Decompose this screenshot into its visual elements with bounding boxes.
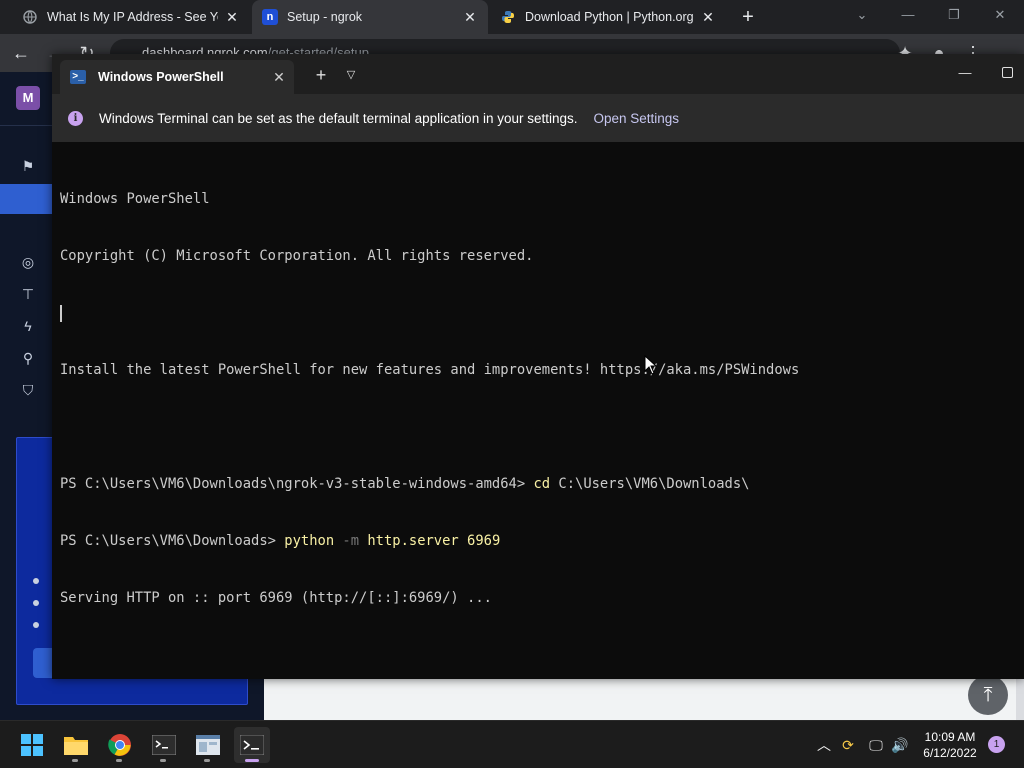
rocket-icon: ⚑ xyxy=(21,158,35,174)
browser-restore-icon[interactable]: ❐ xyxy=(934,0,974,30)
maximize-button[interactable] xyxy=(1002,67,1013,78)
command-line: PS C:\Users\VM6\Downloads> python -m htt… xyxy=(60,532,1016,551)
chevron-down-icon[interactable]: ▽ xyxy=(340,64,362,86)
minimize-button[interactable]: — xyxy=(948,62,982,84)
close-tab-icon[interactable]: ✕ xyxy=(264,69,294,86)
globe-icon xyxy=(22,9,38,25)
new-tab-button[interactable]: + xyxy=(736,4,760,30)
open-settings-link[interactable]: Open Settings xyxy=(594,111,680,126)
ngrok-favicon-icon: n xyxy=(262,9,278,25)
list-bullet xyxy=(33,600,39,606)
taskbar-control-panel[interactable] xyxy=(190,727,226,763)
taskbar-windows-terminal[interactable] xyxy=(234,727,270,763)
browser-tab-title: Setup - ngrok xyxy=(287,10,363,24)
browser-tab-title: Download Python | Python.org xyxy=(525,10,694,24)
output-line: Copyright (C) Microsoft Corporation. All… xyxy=(60,248,534,264)
terminal-output[interactable]: Windows PowerShell Copyright (C) Microso… xyxy=(60,152,1016,672)
back-arrow-icon[interactable]: ← xyxy=(8,40,34,66)
network-icon[interactable]: 🖵 xyxy=(866,735,886,755)
folder-icon xyxy=(64,737,88,755)
show-hidden-icons-chevron-icon[interactable]: ︿ xyxy=(814,735,834,755)
taskbar-chrome[interactable] xyxy=(102,727,138,763)
output-line: Install the latest PowerShell for new fe… xyxy=(60,362,800,378)
running-indicator xyxy=(72,759,78,762)
info-icon: i xyxy=(68,110,83,126)
command-flag: -m xyxy=(334,533,360,549)
list-bullet xyxy=(33,578,39,584)
terminal-tab-powershell[interactable]: >_ Windows PowerShell ✕ xyxy=(60,60,294,94)
taskbar-file-explorer[interactable] xyxy=(58,727,94,763)
ngrok-main-content xyxy=(264,678,1024,720)
command-name: cd xyxy=(533,476,551,492)
cmd-icon xyxy=(152,735,176,755)
text-cursor xyxy=(60,305,62,322)
taskbar-command-prompt[interactable] xyxy=(146,727,182,763)
prompt: PS C:\Users\VM6\Downloads> xyxy=(60,533,285,549)
mouse-pointer-icon xyxy=(644,355,658,375)
command-args: C:\Users\VM6\Downloads\ xyxy=(550,476,750,492)
volume-icon[interactable]: 🔊 xyxy=(890,735,910,755)
prompt: PS C:\Users\VM6\Downloads\ngrok-v3-stabl… xyxy=(60,476,534,492)
terminal-icon xyxy=(240,735,264,755)
browser-tab-python-download[interactable]: Download Python | Python.org ✕ xyxy=(490,0,726,34)
start-button[interactable] xyxy=(14,727,50,763)
output-line: Serving HTTP on :: port 6969 (http://[::… xyxy=(60,590,492,606)
command-args: http.server 6969 xyxy=(359,533,501,549)
account-avatar[interactable]: M xyxy=(16,86,40,110)
close-tab-icon[interactable]: ✕ xyxy=(224,9,240,26)
output-line: Windows PowerShell xyxy=(60,191,210,207)
command-name: python xyxy=(284,533,335,549)
terminal-titlebar: >_ Windows PowerShell ✕ + ▽ — xyxy=(52,54,1024,94)
browser-tab-ip-address[interactable]: What Is My IP Address - See Your ✕ xyxy=(12,0,250,34)
running-indicator xyxy=(204,759,210,762)
globe-icon: ◎ xyxy=(21,254,35,270)
clock-date: 6/12/2022 xyxy=(923,746,977,760)
list-bullet xyxy=(33,622,39,628)
command-line: PS C:\Users\VM6\Downloads\ngrok-v3-stabl… xyxy=(60,475,1016,494)
close-tab-icon[interactable]: ✕ xyxy=(462,9,478,26)
terminal-window: >_ Windows PowerShell ✕ + ▽ — i Windows … xyxy=(52,54,1024,679)
infobar-message: Windows Terminal can be set as the defau… xyxy=(99,110,578,126)
running-indicator xyxy=(245,759,259,762)
window-app-icon xyxy=(196,735,220,755)
chrome-icon xyxy=(108,734,131,756)
windows-taskbar: ︿ ⟳ 🖵 🔊 10:09 AM 6/12/2022 1 xyxy=(0,720,1024,768)
browser-close-icon[interactable]: ✕ xyxy=(980,0,1020,30)
windows-logo-icon xyxy=(21,734,43,756)
close-tab-icon[interactable]: ✕ xyxy=(700,9,716,26)
desktop-screen: What Is My IP Address - See Your ✕ n Set… xyxy=(0,0,1024,768)
terminal-tab-title: Windows PowerShell xyxy=(98,70,224,84)
python-logo-icon xyxy=(500,9,516,25)
powershell-icon: >_ xyxy=(70,70,86,84)
running-indicator xyxy=(160,759,166,762)
lightning-icon: ϟ xyxy=(24,318,32,334)
tunnel-icon: ⊤ xyxy=(21,286,35,302)
clock-time: 10:09 AM xyxy=(924,730,976,744)
browser-tab-strip: What Is My IP Address - See Your ✕ n Set… xyxy=(0,0,1024,34)
running-indicator xyxy=(116,759,122,762)
browser-minimize-icon[interactable]: — xyxy=(888,0,928,30)
tab-search-icon[interactable]: ⌄ xyxy=(842,0,882,30)
browser-tab-ngrok-setup[interactable]: n Setup - ngrok ✕ xyxy=(252,0,488,34)
new-terminal-tab-button[interactable]: + xyxy=(310,64,332,86)
page-scrollbar[interactable] xyxy=(1016,678,1024,720)
shield-icon: ⛉ xyxy=(22,382,34,398)
notification-badge[interactable]: 1 xyxy=(988,736,1005,753)
browser-tab-title: What Is My IP Address - See Your xyxy=(47,10,218,24)
taskbar-clock[interactable]: 10:09 AM 6/12/2022 xyxy=(918,729,982,761)
default-terminal-infobar: i Windows Terminal can be set as the def… xyxy=(52,94,1024,142)
link-icon: ⚲ xyxy=(22,350,34,366)
sync-icon[interactable]: ⟳ xyxy=(838,735,858,755)
